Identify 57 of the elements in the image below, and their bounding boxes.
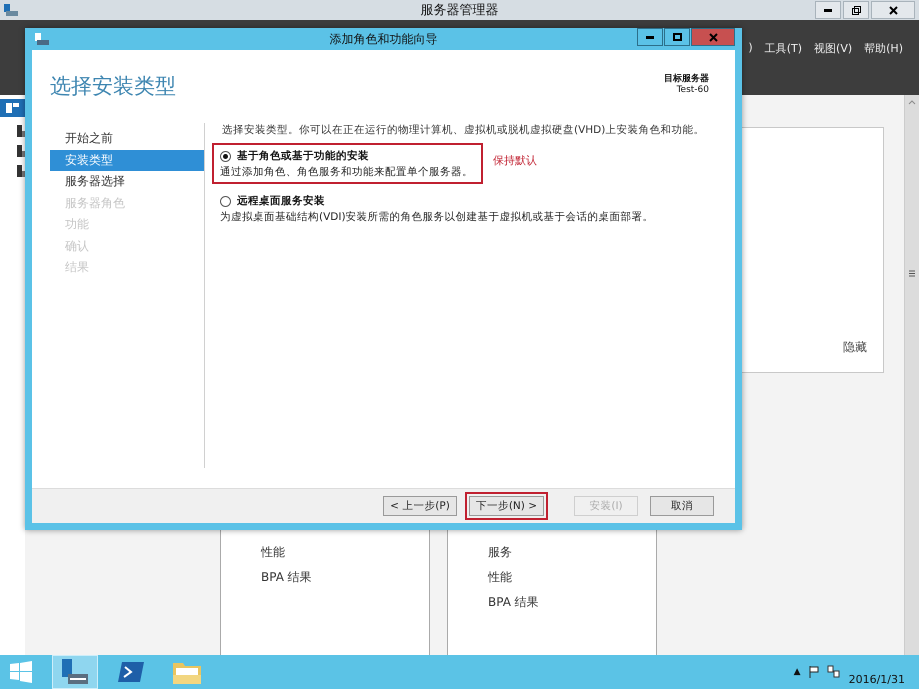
wizard-icon <box>34 32 50 46</box>
menu-item[interactable]: 工具(T) <box>764 41 802 57</box>
wizard-step[interactable]: 服务器选择 <box>50 171 204 192</box>
tile-link[interactable]: BPA 结果 <box>261 569 429 586</box>
minimize-button[interactable] <box>815 1 841 19</box>
server-manager-app[interactable] <box>52 655 98 689</box>
target-value: Test-60 <box>676 85 709 95</box>
network-icon[interactable] <box>826 665 841 679</box>
scroll-up-icon[interactable] <box>908 100 916 105</box>
server-icon[interactable] <box>16 145 26 157</box>
option-description: 通过添加角色、角色服务和功能来配置单个服务器。 <box>220 165 473 179</box>
menu-item[interactable]: ) <box>748 41 753 57</box>
page-heading: 选择安装类型 <box>50 73 176 100</box>
wizard-button[interactable]: 下一步(N) > <box>468 496 544 516</box>
dashboard-icon[interactable] <box>0 99 25 117</box>
description-text: 选择安装类型。你可以在正在运行的物理计算机、虚拟机或脱机虚拟硬盘(VHD)上安装角色和功能。 <box>222 123 706 137</box>
wizard-button[interactable]: 取消 <box>650 496 714 516</box>
hide-link[interactable]: 隐藏 <box>843 339 867 356</box>
window-title: 服务器管理器 <box>420 2 498 19</box>
wizard-button[interactable]: < 上一步(P) <box>383 496 457 516</box>
target-label: 目标服务器 <box>664 72 709 85</box>
minimize-button[interactable] <box>637 28 663 46</box>
terminal-icon <box>117 661 145 683</box>
flag-icon[interactable] <box>808 666 819 678</box>
tile-link[interactable]: 服务 <box>488 544 656 561</box>
minimize-icon <box>824 8 832 12</box>
close-button[interactable] <box>871 1 915 19</box>
tile-link[interactable]: 性能 <box>488 569 656 586</box>
server-icon <box>60 658 90 686</box>
tile-link[interactable]: 性能 <box>261 544 429 561</box>
tile-link[interactable]: BPA 结果 <box>488 594 656 611</box>
maximize-icon <box>672 33 682 41</box>
clock-date[interactable]: 2016/1/31 <box>848 672 905 686</box>
close-icon <box>888 6 898 14</box>
minimize-icon <box>646 36 654 38</box>
close-icon <box>708 32 718 42</box>
option-description: 为虚拟桌面基础结构(VDI)安装所需的角色服务以创建基于虚拟机或基于会话的桌面部署。 <box>220 210 654 224</box>
option-title[interactable]: 远程桌面服务安装 <box>237 194 325 208</box>
menu-item[interactable]: 帮助(H) <box>864 41 903 57</box>
server-icon <box>3 3 19 17</box>
radio-button[interactable] <box>220 150 231 162</box>
wizard-step[interactable]: 开始之前 <box>50 128 204 150</box>
restore-icon <box>852 6 860 14</box>
start-icon[interactable] <box>10 661 32 683</box>
option-item[interactable]: 远程桌面服务安装 为虚拟桌面基础结构(VDI)安装所需的角色服务以创建基于虚拟机或基于会话的桌面部署。 <box>212 188 664 229</box>
dialog-title: 添加角色和功能向导 <box>330 30 438 48</box>
restore-button[interactable] <box>843 1 869 19</box>
scrollbar[interactable] <box>904 95 919 655</box>
annotation-text: 保持默认 <box>493 153 537 168</box>
maximize-button[interactable] <box>664 28 690 46</box>
grip-icon <box>909 270 915 277</box>
option-title[interactable]: 基于角色或基于功能的安装 <box>237 149 369 163</box>
tray-caret[interactable]: ▲ <box>794 667 801 677</box>
radio-button[interactable] <box>220 196 231 206</box>
menu-item[interactable]: 视图(V) <box>814 41 852 57</box>
server-icon[interactable] <box>16 165 26 177</box>
server-icon[interactable] <box>16 125 26 137</box>
